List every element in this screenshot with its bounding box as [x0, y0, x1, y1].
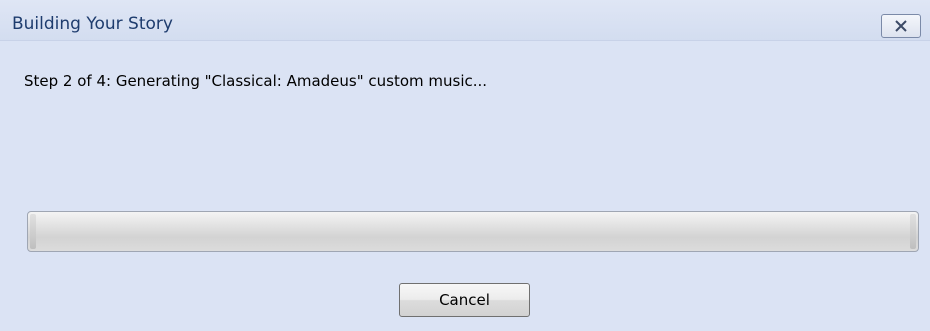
- close-icon: [895, 20, 907, 32]
- building-story-dialog: Building Your Story Step 2 of 4: Generat…: [0, 0, 930, 331]
- cancel-button[interactable]: Cancel: [399, 283, 530, 317]
- dialog-titlebar: Building Your Story: [0, 0, 930, 41]
- progress-bar-right-cap: [910, 214, 916, 249]
- progress-bar: [27, 211, 919, 252]
- dialog-title: Building Your Story: [12, 14, 173, 34]
- close-button[interactable]: [881, 14, 921, 38]
- step-status-text: Step 2 of 4: Generating "Classical: Amad…: [24, 72, 488, 90]
- progress-bar-left-cap: [30, 214, 36, 249]
